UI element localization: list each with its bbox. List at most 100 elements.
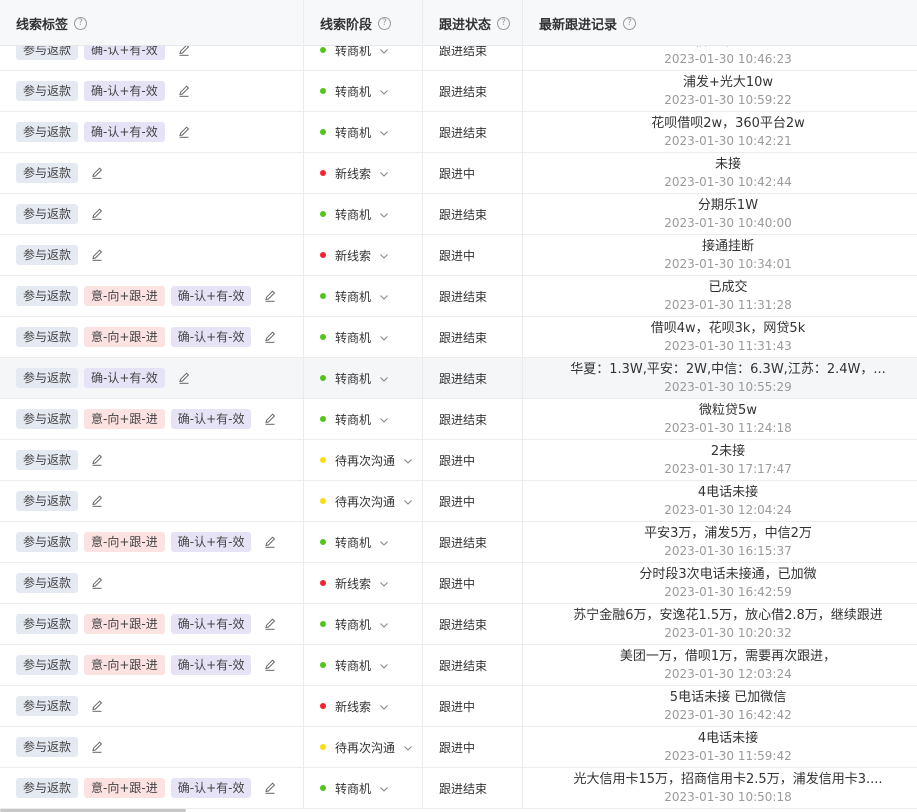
stage-cell[interactable]: 待再次沟通 (304, 440, 423, 480)
stage-select[interactable]: 转商机 (335, 83, 371, 100)
header-stage[interactable]: 线索阶段 ? (304, 0, 423, 46)
stage-cell[interactable]: 新线索 (304, 235, 423, 275)
edit-icon[interactable] (177, 371, 191, 385)
stage-cell[interactable]: 新线索 (304, 563, 423, 603)
stage-cell[interactable]: 转商机 (304, 112, 423, 152)
table-row[interactable]: 参与返款 新线索 跟进中 接通挂断 2023-01-30 10:34:01 (0, 235, 917, 276)
header-tags[interactable]: 线索标签 ? (0, 0, 304, 46)
table-row[interactable]: 参与返款 新线索 跟进中 未接 2023-01-30 10:42:44 (0, 153, 917, 194)
chevron-down-icon[interactable] (379, 332, 389, 342)
stage-select[interactable]: 新线索 (335, 698, 371, 715)
chevron-down-icon[interactable] (379, 86, 389, 96)
stage-select[interactable]: 待再次沟通 (335, 493, 395, 510)
table-row[interactable]: 参与返款 意-向+跟-进 确-认+有-效 转商机 跟进结束 苏宁金融6万，安逸花1.5万，… (0, 604, 917, 645)
edit-icon[interactable] (263, 535, 277, 549)
chevron-down-icon[interactable] (403, 742, 413, 752)
chevron-down-icon[interactable] (379, 209, 389, 219)
stage-cell[interactable]: 转商机 (304, 276, 423, 316)
chevron-down-icon[interactable] (379, 660, 389, 670)
edit-icon[interactable] (90, 207, 104, 221)
stage-cell[interactable]: 转商机 (304, 358, 423, 398)
edit-icon[interactable] (263, 617, 277, 631)
stage-cell[interactable]: 转商机 (304, 71, 423, 111)
stage-select[interactable]: 待再次沟通 (335, 452, 395, 469)
stage-select[interactable]: 新线索 (335, 165, 371, 182)
chevron-down-icon[interactable] (379, 168, 389, 178)
stage-select[interactable]: 新线索 (335, 575, 371, 592)
table-row[interactable]: 参与返款 新线索 跟进中 5电话未接 已加微信 2023-01-30 16:42:42 (0, 686, 917, 727)
edit-icon[interactable] (263, 289, 277, 303)
stage-select[interactable]: 新线索 (335, 247, 371, 264)
help-icon[interactable]: ? (623, 16, 637, 30)
chevron-down-icon[interactable] (403, 496, 413, 506)
table-row[interactable]: 参与返款 意-向+跟-进 确-认+有-效 转商机 跟进结束 光大信用卡15万，招商信用卡2… (0, 768, 917, 809)
table-row[interactable]: 参与返款 意-向+跟-进 确-认+有-效 转商机 跟进结束 微粒贷5w 2023-01-30… (0, 399, 917, 440)
table-row[interactable]: 参与返款 转商机 跟进结束 分期乐1W 2023-01-30 10:40:00 (0, 194, 917, 235)
chevron-down-icon[interactable] (379, 537, 389, 547)
stage-select[interactable]: 待再次沟通 (335, 739, 395, 756)
chevron-down-icon[interactable] (379, 619, 389, 629)
edit-icon[interactable] (90, 740, 104, 754)
edit-icon[interactable] (263, 781, 277, 795)
edit-icon[interactable] (90, 699, 104, 713)
stage-select[interactable]: 转商机 (335, 288, 371, 305)
table-row[interactable]: 参与返款 意-向+跟-进 确-认+有-效 转商机 跟进结束 平安3万，浦发5万，中信2万 2… (0, 522, 917, 563)
table-row[interactable]: 参与返款 意-向+跟-进 确-认+有-效 转商机 跟进结束 借呗4w，花呗3k，网贷5k 2… (0, 317, 917, 358)
chevron-down-icon[interactable] (379, 373, 389, 383)
edit-icon[interactable] (177, 84, 191, 98)
edit-icon[interactable] (90, 166, 104, 180)
chevron-down-icon[interactable] (379, 783, 389, 793)
edit-icon[interactable] (263, 330, 277, 344)
edit-icon[interactable] (90, 576, 104, 590)
stage-select[interactable]: 转商机 (335, 534, 371, 551)
header-record[interactable]: 最新跟进记录 ? (523, 0, 917, 46)
chevron-down-icon[interactable] (379, 578, 389, 588)
edit-icon[interactable] (90, 494, 104, 508)
table-row[interactable]: 参与返款 意-向+跟-进 确-认+有-效 转商机 跟进结束 美团一万，借呗1万，需要再次跟… (0, 645, 917, 686)
help-icon[interactable]: ? (378, 16, 392, 30)
stage-cell[interactable]: 转商机 (304, 522, 423, 562)
stage-cell[interactable]: 新线索 (304, 153, 423, 193)
chevron-down-icon[interactable] (379, 45, 389, 55)
stage-cell[interactable]: 待再次沟通 (304, 727, 423, 767)
stage-select[interactable]: 转商机 (335, 780, 371, 797)
stage-cell[interactable]: 待再次沟通 (304, 481, 423, 521)
edit-icon[interactable] (90, 453, 104, 467)
table-row[interactable]: 参与返款 待再次沟通 跟进中 2未接 2023-01-30 17:17:47 (0, 440, 917, 481)
table-row[interactable]: 参与返款 确-认+有-效 转商机 跟进结束 花呗借呗2w，360平台2w 2023-01-… (0, 112, 917, 153)
edit-icon[interactable] (263, 412, 277, 426)
help-icon[interactable]: ? (497, 16, 511, 30)
header-status[interactable]: 跟进状态 ? (423, 0, 523, 46)
stage-select[interactable]: 转商机 (335, 370, 371, 387)
stage-select[interactable]: 转商机 (335, 616, 371, 633)
table-row[interactable]: 参与返款 待再次沟通 跟进中 4电话未接 2023-01-30 12:04:24 (0, 481, 917, 522)
stage-cell[interactable]: 转商机 (304, 645, 423, 685)
status-cell: 跟进结束 (423, 645, 523, 685)
chevron-down-icon[interactable] (379, 127, 389, 137)
stage-cell[interactable]: 转商机 (304, 194, 423, 234)
chevron-down-icon[interactable] (379, 414, 389, 424)
edit-icon[interactable] (90, 248, 104, 262)
stage-select[interactable]: 转商机 (335, 657, 371, 674)
table-row[interactable]: 参与返款 意-向+跟-进 确-认+有-效 转商机 跟进结束 已成交 2023-01-30 1… (0, 276, 917, 317)
stage-cell[interactable]: 转商机 (304, 768, 423, 808)
edit-icon[interactable] (263, 658, 277, 672)
edit-icon[interactable] (177, 125, 191, 139)
stage-select[interactable]: 转商机 (335, 329, 371, 346)
stage-cell[interactable]: 转商机 (304, 399, 423, 439)
table-row[interactable]: 参与返款 新线索 跟进中 分时段3次电话未接通，已加微 2023-01-30 16:42… (0, 563, 917, 604)
chevron-down-icon[interactable] (379, 291, 389, 301)
stage-select[interactable]: 转商机 (335, 206, 371, 223)
help-icon[interactable]: ? (74, 16, 88, 30)
table-row[interactable]: 参与返款 待再次沟通 跟进中 4电话未接 2023-01-30 11:59:42 (0, 727, 917, 768)
stage-cell[interactable]: 转商机 (304, 604, 423, 644)
stage-cell[interactable]: 新线索 (304, 686, 423, 726)
table-row[interactable]: 参与返款 确-认+有-效 转商机 跟进结束 华夏：1.3W,平安：2W,中信：6.3W,… (0, 358, 917, 399)
stage-select[interactable]: 转商机 (335, 124, 371, 141)
stage-select[interactable]: 转商机 (335, 411, 371, 428)
chevron-down-icon[interactable] (403, 455, 413, 465)
chevron-down-icon[interactable] (379, 701, 389, 711)
chevron-down-icon[interactable] (379, 250, 389, 260)
stage-cell[interactable]: 转商机 (304, 317, 423, 357)
table-row[interactable]: 参与返款 确-认+有-效 转商机 跟进结束 浦发+光大10w 2023-01-30 10:… (0, 71, 917, 112)
